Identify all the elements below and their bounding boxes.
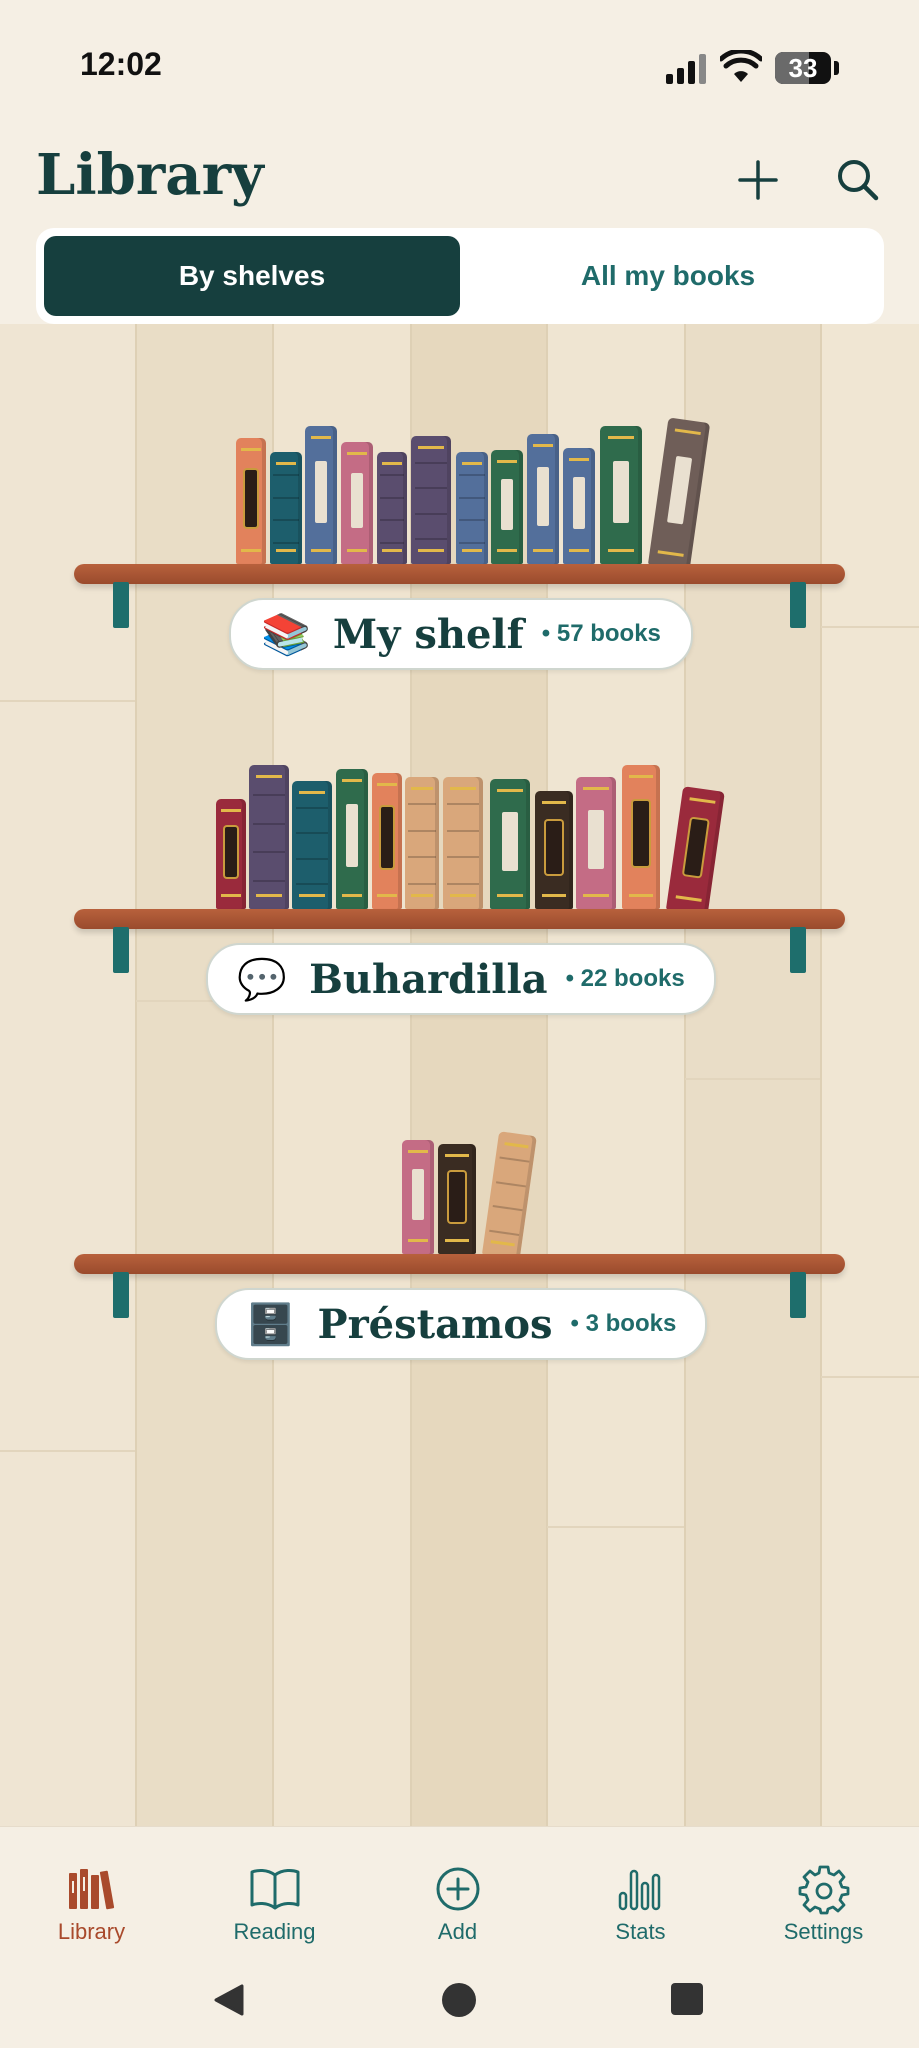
- book-spine: [600, 426, 642, 564]
- book-spine: [305, 426, 337, 564]
- nav-label: Add: [437, 1919, 478, 1944]
- status-bar: 12:02 33: [0, 0, 919, 120]
- bar-chart-icon: [618, 1869, 661, 1911]
- book-spine: [341, 442, 373, 564]
- status-time: 12:02: [80, 46, 162, 82]
- recents-icon[interactable]: [670, 1982, 704, 2016]
- file-cabinet-icon: 🗄️: [245, 1302, 296, 1347]
- book-spine: [405, 777, 439, 909]
- shelf-count: • 57 books: [541, 620, 661, 647]
- book-spine: [292, 781, 332, 909]
- shelf-name: Buhardilla: [309, 955, 548, 1003]
- shelf-board: [74, 564, 845, 584]
- system-nav-bar: [0, 1946, 919, 2048]
- book-spine: [336, 769, 368, 909]
- shelf-card-buhardilla[interactable]: 💬 Buhardilla • 22 books: [206, 943, 716, 1015]
- home-icon[interactable]: [441, 1982, 477, 2018]
- books-emoji-icon: 📚: [261, 612, 311, 657]
- book-spine: [482, 1131, 537, 1260]
- nav-label: Library: [57, 1919, 126, 1944]
- page-title: Library: [36, 142, 264, 208]
- book-spine: [411, 436, 451, 564]
- nav-library[interactable]: Library: [0, 1827, 183, 1947]
- shelf-card-my-shelf[interactable]: 📚 My shelf • 57 books: [229, 598, 693, 670]
- book-spine: [216, 799, 246, 909]
- book-spine: [527, 434, 559, 564]
- book-spine: [576, 777, 616, 909]
- book-spine: [443, 777, 483, 909]
- shelf-bracket: [790, 1272, 806, 1318]
- book-spine: [270, 452, 302, 564]
- book-spine: [622, 765, 660, 909]
- library-icon: [69, 1869, 115, 1910]
- shelf-bracket: [113, 1272, 129, 1318]
- shelf-bracket: [113, 582, 129, 628]
- shelf-name: My shelf: [332, 610, 524, 658]
- shelf-bracket: [113, 927, 129, 973]
- battery-tip: [834, 61, 839, 75]
- plus-circle-icon: [436, 1867, 480, 1911]
- nav-label: Settings: [783, 1919, 864, 1944]
- shelf-board: [74, 909, 845, 929]
- book-spine: [236, 438, 266, 564]
- back-icon[interactable]: [212, 1982, 248, 2018]
- book-open-icon: [250, 1868, 300, 1910]
- book-spine: [491, 450, 523, 564]
- nav-settings[interactable]: Settings: [732, 1827, 915, 1947]
- shelf-bracket: [790, 927, 806, 973]
- bottom-nav: Library Reading Add Stats Settings: [0, 1826, 919, 1947]
- shelf-card-prestamos[interactable]: 🗄️ Préstamos • 3 books: [215, 1288, 707, 1360]
- book-spine: [648, 417, 711, 570]
- book-spine: [456, 452, 488, 564]
- shelf-count: • 3 books: [570, 1310, 677, 1337]
- shelves-wall: 📚 My shelf • 57 books 💬 Buhardilla • 22 …: [0, 324, 919, 1826]
- battery-level: 33: [788, 53, 818, 83]
- tab-by-shelves[interactable]: By shelves: [44, 236, 460, 316]
- nav-label: Reading: [233, 1919, 316, 1944]
- nav-reading[interactable]: Reading: [183, 1827, 366, 1947]
- book-spine: [372, 773, 402, 909]
- shelf-board: [74, 1254, 845, 1274]
- battery-icon: 33: [775, 52, 831, 84]
- book-spine: [490, 779, 530, 909]
- book-spine: [535, 791, 573, 909]
- nav-stats[interactable]: Stats: [549, 1827, 732, 1947]
- tab-all-my-books[interactable]: All my books: [460, 236, 876, 316]
- book-spine: [402, 1140, 434, 1254]
- nav-label: Stats: [615, 1919, 666, 1944]
- shelf-bracket: [790, 582, 806, 628]
- gear-icon: [798, 1865, 850, 1915]
- book-spine: [438, 1144, 476, 1254]
- signal-icon: [666, 52, 710, 84]
- speech-bubble-icon: 💬: [237, 957, 288, 1002]
- view-toggle: By shelves All my books: [36, 228, 884, 324]
- book-spine: [377, 452, 407, 564]
- plus-icon[interactable]: [728, 150, 788, 210]
- search-icon[interactable]: [828, 150, 888, 210]
- wifi-icon: [720, 50, 762, 82]
- book-spine: [249, 765, 289, 909]
- book-spine: [563, 448, 595, 564]
- book-spine: [666, 786, 725, 915]
- nav-add[interactable]: Add: [366, 1827, 549, 1947]
- shelf-count: • 22 books: [565, 965, 685, 992]
- shelf-name: Préstamos: [317, 1300, 553, 1348]
